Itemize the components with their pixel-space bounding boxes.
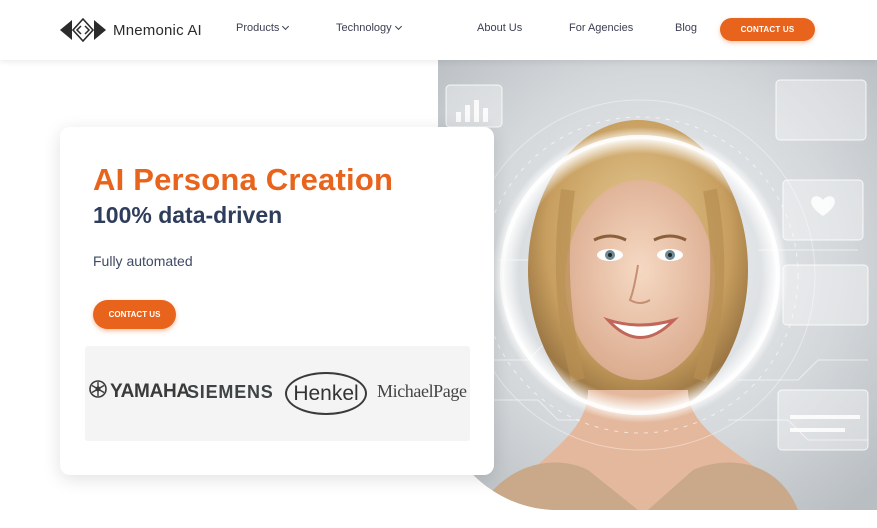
- nav-about-us[interactable]: About Us: [477, 22, 522, 34]
- page-title: AI Persona Creation: [93, 162, 394, 197]
- header-contact-button[interactable]: CONTACT US: [720, 18, 815, 41]
- henkel-logo: Henkel: [285, 372, 367, 415]
- client-logos: YAMAHA SIEMENS Henkel MichaelPage: [85, 346, 470, 441]
- hero-tagline: Fully automated: [93, 253, 193, 269]
- hero-contact-button[interactable]: CONTACT US: [93, 300, 176, 329]
- nav-technology-label: Technology: [336, 22, 392, 34]
- nav-for-agencies[interactable]: For Agencies: [569, 22, 633, 34]
- chevron-down-icon: [282, 22, 290, 31]
- yamaha-wordmark: YAMAHA: [110, 381, 190, 402]
- logo-text: Mnemonic AI: [113, 21, 202, 39]
- chevron-down-icon: [394, 22, 402, 31]
- mnemonic-logo-icon: [60, 18, 106, 42]
- brand-logo[interactable]: Mnemonic AI: [60, 17, 202, 43]
- michael-page-logo: MichaelPage: [377, 381, 467, 401]
- nav-products-label: Products: [236, 22, 280, 34]
- nav-blog[interactable]: Blog: [675, 22, 697, 34]
- yamaha-logo: YAMAHA: [89, 380, 190, 404]
- hero-image: [438, 60, 877, 510]
- yamaha-tuning-fork-icon: [89, 380, 110, 404]
- siemens-logo: SIEMENS: [187, 382, 274, 402]
- site-header: Mnemonic AI Products Technology About Us…: [0, 0, 877, 60]
- hero-card: AI Persona Creation 100% data-driven Ful…: [60, 127, 494, 475]
- nav-technology[interactable]: Technology: [336, 22, 402, 34]
- nav-products[interactable]: Products: [236, 22, 290, 34]
- page-subtitle: 100% data-driven: [93, 202, 283, 228]
